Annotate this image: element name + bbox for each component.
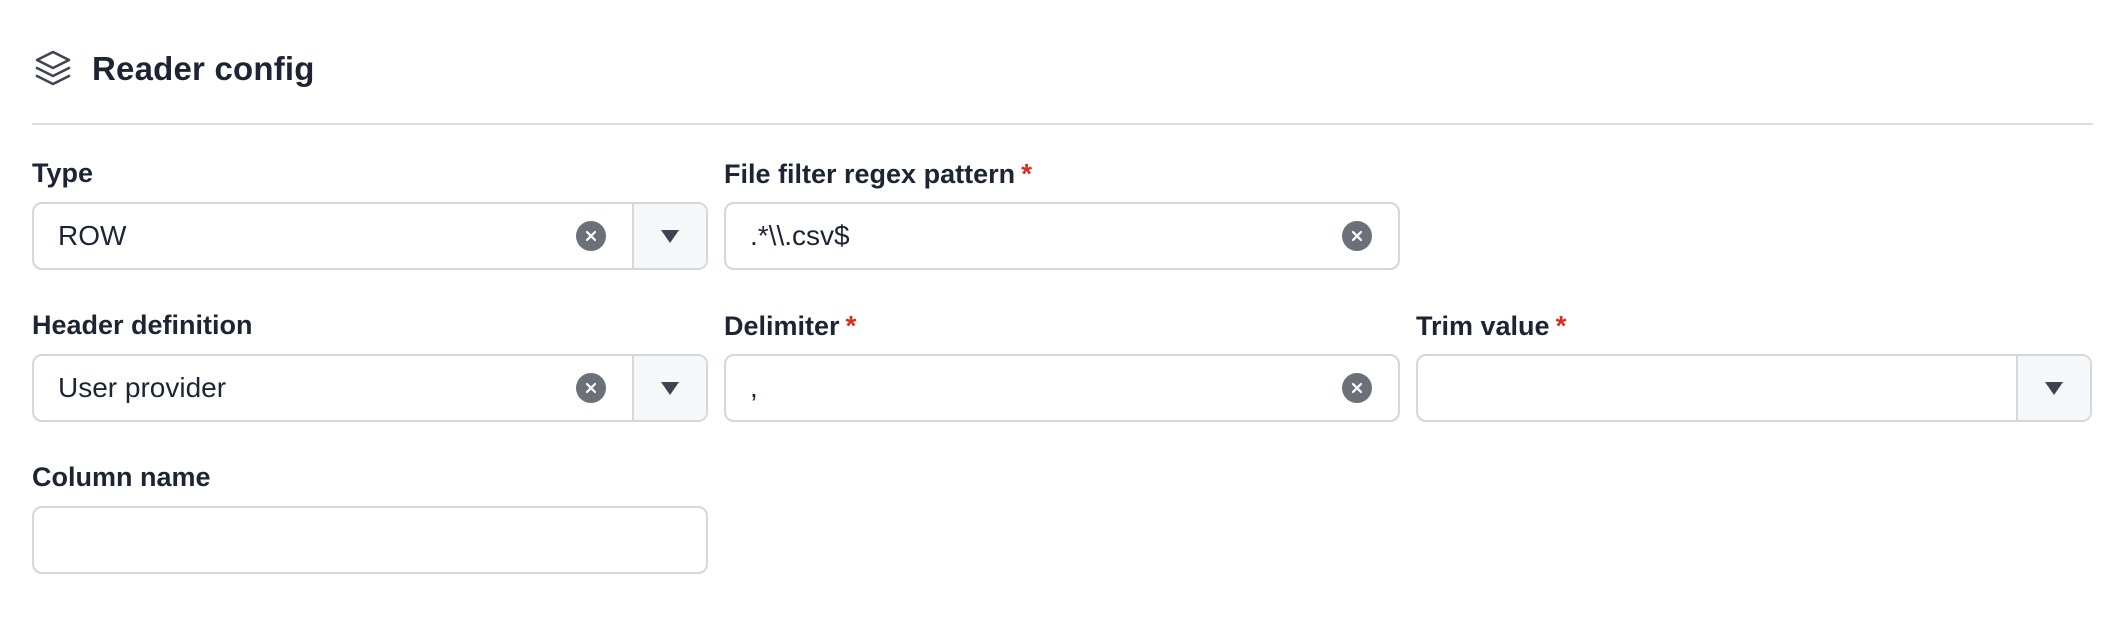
file-filter-clear-icon[interactable]: [1342, 221, 1372, 251]
delimiter-label-text: Delimiter: [724, 310, 840, 341]
required-marker: *: [1555, 310, 1567, 341]
header-definition-dropdown-toggle[interactable]: [632, 356, 706, 420]
type-dropdown-toggle[interactable]: [632, 204, 706, 268]
type-select-value: ROW: [58, 220, 127, 251]
header-definition-label: Header definition: [32, 310, 253, 341]
column-name-value: [34, 508, 706, 572]
file-filter-input[interactable]: .*\\.csv$: [724, 202, 1400, 270]
column-name-label: Column name: [32, 462, 211, 493]
type-clear-icon[interactable]: [576, 221, 606, 251]
chevron-down-icon: [661, 229, 679, 243]
column-name-input[interactable]: [32, 506, 708, 574]
trim-value-label-text: Trim value: [1416, 310, 1550, 341]
type-label-text: Type: [32, 158, 94, 188]
delimiter-label: Delimiter *: [724, 310, 856, 342]
file-filter-label-text: File filter regex pattern: [724, 158, 1016, 189]
required-marker: *: [1021, 158, 1032, 189]
file-filter-value: .*\\.csv$: [750, 220, 850, 251]
required-marker: *: [845, 310, 857, 341]
trim-value-value: [1418, 356, 2016, 420]
type-select[interactable]: ROW: [32, 202, 708, 270]
trim-value-label: Trim value *: [1416, 310, 1566, 342]
delimiter-clear-icon[interactable]: [1342, 373, 1372, 403]
delimiter-input[interactable]: ,: [724, 354, 1400, 422]
chevron-down-icon: [661, 381, 679, 395]
header-definition-clear-icon[interactable]: [576, 373, 606, 403]
trim-value-dropdown-toggle[interactable]: [2016, 356, 2090, 420]
header-definition-label-text: Header definition: [32, 310, 253, 340]
section-header: Reader config: [32, 48, 315, 90]
section-divider: [32, 123, 2093, 125]
header-definition-value: User provider: [58, 372, 227, 403]
chevron-down-icon: [2045, 381, 2063, 395]
file-filter-label: File filter regex pattern *: [724, 158, 1032, 190]
reader-config-panel: Reader config Type ROW File filter regex…: [0, 0, 2118, 638]
trim-value-select[interactable]: [1416, 354, 2092, 422]
layers-icon: [32, 48, 74, 90]
section-title: Reader config: [92, 50, 315, 87]
type-label: Type: [32, 158, 93, 189]
delimiter-value: ,: [750, 372, 758, 403]
header-definition-select[interactable]: User provider: [32, 354, 708, 422]
column-name-label-text: Column name: [32, 462, 211, 492]
